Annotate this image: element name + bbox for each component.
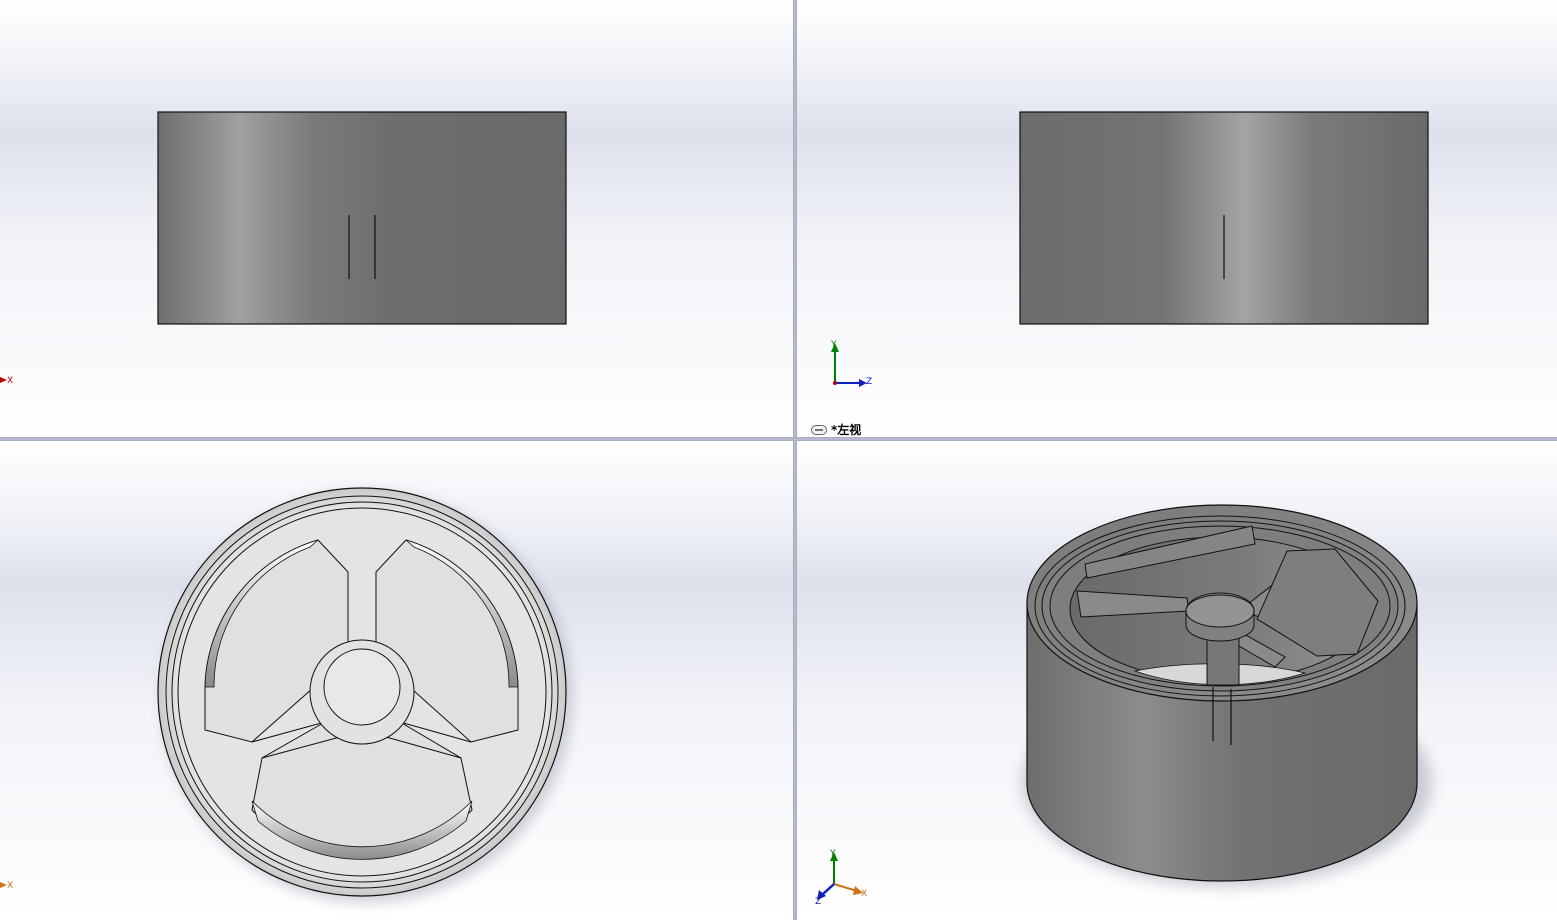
triad-left-z-label: Z: [866, 377, 872, 387]
left-view-model: Y Z: [830, 111, 1429, 387]
triad-left[interactable]: Y Z: [830, 340, 872, 387]
viewport-left[interactable]: Y Z *左视: [797, 0, 1557, 437]
viewport-splitter-horizontal[interactable]: [0, 437, 1557, 441]
triad-iso-y-label: Y: [829, 849, 836, 859]
bottom-view-model: X: [0, 487, 573, 903]
triad-iso[interactable]: Y X Z: [815, 849, 867, 907]
triad-front-x-label: X: [7, 376, 13, 386]
iso-view-model: Y X Z: [815, 504, 1432, 907]
front-view-body: [157, 111, 567, 325]
front-view-model: X: [0, 111, 567, 386]
triad-bottom-x-label: X: [7, 881, 13, 891]
triad-bottom[interactable]: X: [0, 881, 13, 891]
triad-front[interactable]: X: [0, 376, 13, 386]
viewport-front[interactable]: X: [0, 0, 793, 437]
triad-left-y-label: Y: [830, 340, 837, 350]
triad-iso-z-label: Z: [815, 897, 821, 907]
link-icon[interactable]: [811, 425, 827, 435]
viewport-isometric[interactable]: Y X Z: [797, 441, 1557, 920]
bottom-hub: [323, 648, 401, 726]
viewport-splitter-vertical[interactable]: [793, 0, 797, 920]
view-label-left: *左视: [831, 423, 862, 437]
triad-iso-x-label: X: [861, 889, 867, 899]
viewport-bottom[interactable]: X: [0, 441, 793, 920]
